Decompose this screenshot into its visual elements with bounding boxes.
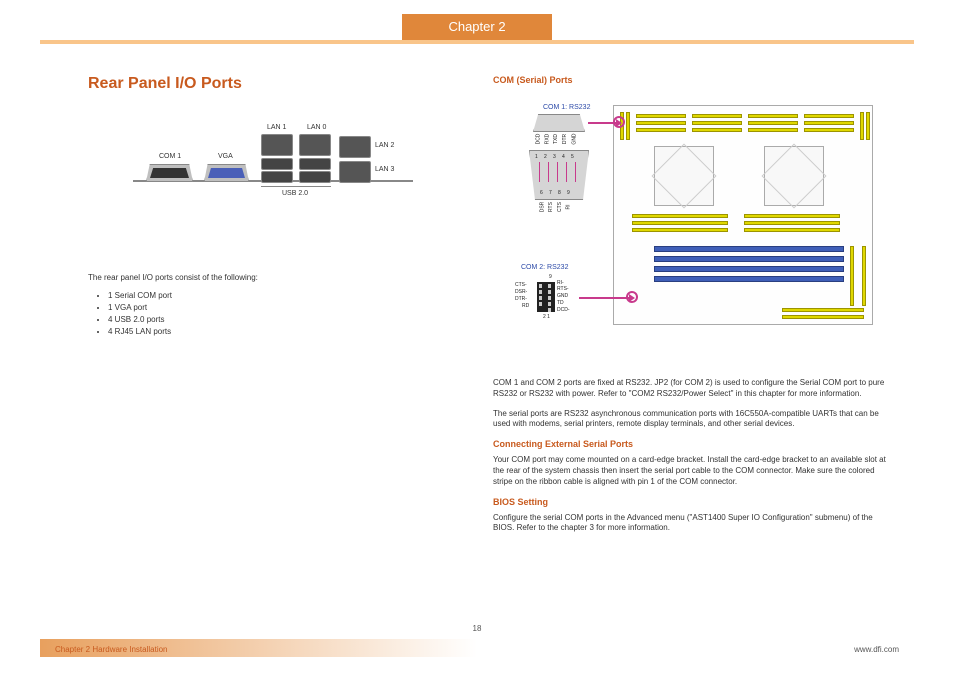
header-divider: [40, 40, 914, 44]
list-item: 4 RJ45 LAN ports: [108, 326, 458, 338]
pin-name-dtr: DTR: [562, 134, 568, 144]
com2-td: TD: [557, 300, 564, 306]
pin-5: 5: [571, 154, 574, 160]
page-title: Rear Panel I/O Ports: [88, 75, 458, 93]
label-lan0: LAN 0: [307, 124, 326, 131]
pin-line: [575, 162, 576, 182]
arrow-com2: [579, 297, 629, 299]
com2-rts: RTS-: [557, 286, 569, 292]
label-lan3: LAN 3: [375, 166, 394, 173]
label-vga: VGA: [218, 153, 233, 160]
pin-line: [566, 162, 567, 182]
label-com1-rs232: COM 1: RS232: [543, 104, 590, 111]
port-lan2: [339, 136, 371, 158]
port-vga: [204, 164, 249, 182]
list-item: 4 USB 2.0 ports: [108, 314, 458, 326]
paragraph-3: Your COM port may come mounted on a card…: [493, 455, 893, 487]
pin-name-cts: CTS: [557, 202, 563, 212]
port-lan0: [299, 134, 331, 156]
footer-bar: [40, 639, 914, 657]
com2-header: [537, 282, 555, 312]
paragraph-1: COM 1 and COM 2 ports are fixed at RS232…: [493, 378, 893, 400]
subheading-com-serial: COM (Serial) Ports: [493, 75, 893, 85]
port-usb1: [261, 158, 293, 170]
label-usb20: USB 2.0: [282, 190, 308, 197]
port-lan3: [339, 161, 371, 183]
port-com1: [146, 164, 193, 182]
com2-pin-9: 9: [549, 274, 552, 280]
subheading-connecting: Connecting External Serial Ports: [493, 439, 893, 449]
footer-url: www.dfi.com: [854, 645, 899, 654]
target-com2: [626, 291, 638, 303]
motherboard-diagram: COM 1: RS232 DCD RXD TXD DTR GND 1 2 3 4…: [493, 100, 873, 360]
left-column: Rear Panel I/O Ports COM 1 VGA LAN 1 LAN…: [88, 75, 458, 338]
label-com1: COM 1: [159, 153, 181, 160]
port-usb3: [299, 158, 331, 170]
pin-line: [557, 162, 558, 182]
label-com2-rs232: COM 2: RS232: [521, 264, 568, 271]
com2-dtr: DTR-: [515, 296, 527, 302]
port-lan1: [261, 134, 293, 156]
target-com1: [613, 116, 625, 128]
port-usb4: [299, 171, 331, 183]
bullet-intro: The rear panel I/O ports consist of the …: [88, 273, 458, 282]
label-lan1: LAN 1: [267, 124, 286, 131]
right-column: COM (Serial) Ports: [493, 75, 893, 543]
pin-name-gnd: GND: [572, 133, 578, 144]
pin-4: 4: [562, 154, 565, 160]
pin-line: [539, 162, 540, 182]
pin-name-txd: TXD: [553, 134, 559, 144]
pin-name-dsr: DSR: [539, 202, 545, 213]
list-item: 1 Serial COM port: [108, 290, 458, 302]
paragraph-4: Configure the serial COM ports in the Ad…: [493, 513, 893, 535]
pin-7: 7: [549, 190, 552, 196]
com1-connector: [533, 114, 585, 132]
pin-9: 9: [567, 190, 570, 196]
pin-name-rxd: RXD: [544, 134, 550, 145]
arrow-com1: [588, 122, 616, 124]
pin-1: 1: [535, 154, 538, 160]
pin-8: 8: [558, 190, 561, 196]
chapter-tab: Chapter 2: [402, 14, 552, 40]
page-number: 18: [0, 624, 954, 633]
motherboard-outline: [613, 105, 873, 325]
port-usb2: [261, 171, 293, 183]
pin-name-dcd: DCD: [535, 134, 541, 145]
com2-pin-21: 2 1: [543, 314, 550, 320]
label-lan2: LAN 2: [375, 142, 394, 149]
pin-line: [548, 162, 549, 182]
pin-name-ri: RI: [566, 205, 572, 210]
bullet-list: 1 Serial COM port 1 VGA port 4 USB 2.0 p…: [88, 290, 458, 338]
paragraph-2: The serial ports are RS232 asynchronous …: [493, 409, 893, 431]
com2-dcd: DCD-: [557, 307, 570, 313]
com2-rd: RD: [522, 303, 529, 309]
pin-2: 2: [544, 154, 547, 160]
pin-3: 3: [553, 154, 556, 160]
com2-cts: CTS-: [515, 282, 527, 288]
subheading-bios: BIOS Setting: [493, 497, 893, 507]
usb-bracket: [261, 186, 331, 187]
footer-chapter: Chapter 2 Hardware Installation: [55, 645, 168, 654]
list-item: 1 VGA port: [108, 302, 458, 314]
pin-name-rts: RTS: [548, 202, 554, 212]
com2-dsr: DSR-: [515, 289, 527, 295]
rear-panel-diagram: COM 1 VGA LAN 1 LAN 0 LAN 2 LAN 3 USB 2.…: [133, 118, 413, 248]
pin-6: 6: [540, 190, 543, 196]
com2-gnd: GND: [557, 293, 568, 299]
